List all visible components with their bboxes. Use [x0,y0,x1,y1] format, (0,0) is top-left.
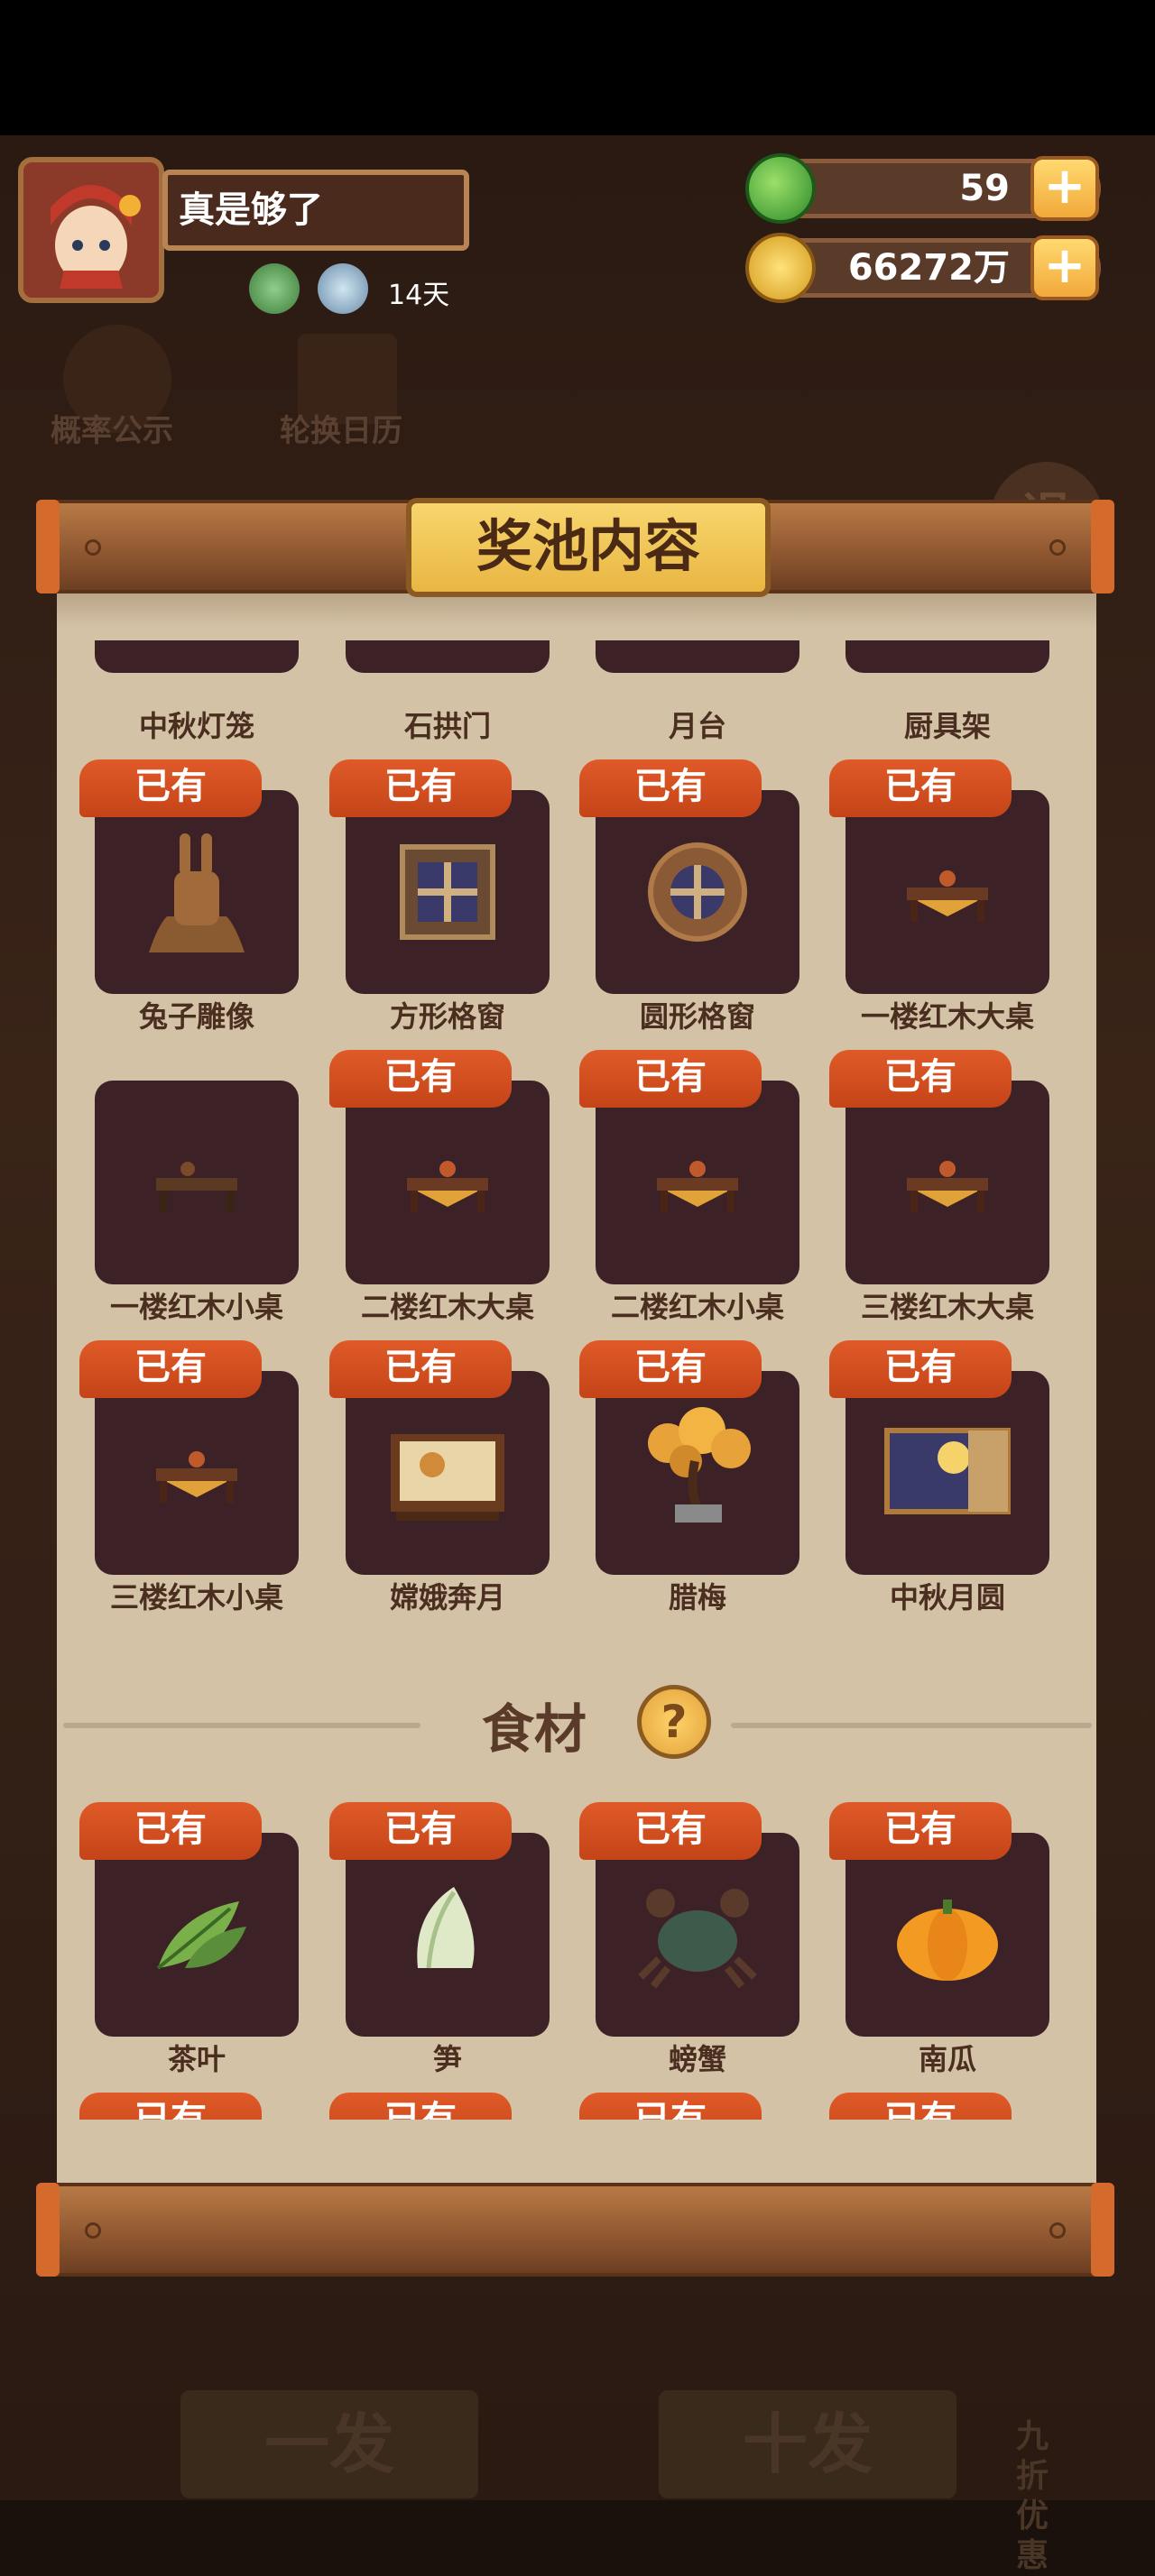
item-label: 笋 [432,2042,462,2076]
item-card[interactable] [346,1371,550,1575]
draw-ten-button: 十发 [659,2390,956,2498]
buff-character-icon[interactable] [249,263,300,314]
panel-top-shadow [57,592,1096,628]
tea-leaf-icon [156,1901,246,1970]
item-card[interactable] [95,1081,299,1284]
owned-badge: 已有 [329,2093,512,2120]
section-divider-right [731,1723,1092,1728]
prize-list[interactable]: 中秋灯笼 石拱门 月台 厨具架 已有 已有 已有 已有 兔子雕像 方形格窗 圆形… [57,640,1096,2120]
item-label: 二楼红木小桌 [610,1290,784,1324]
round-lattice-window-icon [648,842,747,942]
table-icon [156,1451,237,1503]
owned-badge: 已有 [329,1802,512,1860]
green-gem-icon [745,153,816,224]
owned-badge: 已有 [579,1340,762,1398]
owned-badge: 已有 [79,1802,262,1860]
table-icon [907,1161,988,1212]
item-card[interactable] [596,1371,799,1575]
owned-badge: 已有 [79,759,262,817]
item-label: 三楼红木小桌 [109,1580,283,1615]
table-icon [907,870,988,922]
item-label: 中秋灯笼 [138,709,254,743]
discount-label: 九折优惠 [1016,2418,1049,2574]
draw-one-button: 一发 [180,2390,478,2498]
item-card[interactable] [845,1081,1049,1284]
item-label: 中秋月圆 [889,1580,1005,1615]
square-lattice-window-icon [400,844,495,940]
item-card[interactable] [596,1833,799,2037]
item-label: 一楼红木大桌 [860,999,1034,1034]
crab-icon [638,1889,757,1989]
owned-badge: 已有 [79,1340,262,1398]
avatar-portrait-icon [23,162,159,298]
avatar[interactable] [18,157,164,303]
item-label: 兔子雕像 [138,999,254,1034]
owned-badge: 已有 [579,1050,762,1108]
item-card[interactable] [346,1833,550,2037]
owned-badge: 已有 [829,2093,1012,2120]
item-label: 二楼红木大桌 [360,1290,534,1324]
item-label: 腊梅 [668,1580,726,1615]
item-card[interactable] [95,1371,299,1575]
item-label: 一楼红木小桌 [109,1290,283,1324]
item-card[interactable] [95,640,299,673]
table-icon [407,1161,488,1212]
rotation-calendar-label: 轮换日历 [280,413,402,449]
item-label: 厨具架 [903,709,991,743]
item-card[interactable] [845,1371,1049,1575]
item-card[interactable] [95,1833,299,2037]
owned-badge: 已有 [579,2093,762,2120]
probability-label: 概率公示 [51,413,173,449]
ingredients-section-title: 食材 [482,1698,587,1760]
owned-badge: 已有 [329,1050,512,1108]
moon-screen-icon [884,1428,1011,1514]
table-icon [657,1161,738,1212]
pumpkin-icon [897,1900,998,1981]
coin-icon [745,233,816,303]
item-label: 月台 [668,709,726,743]
item-label: 螃蟹 [668,2042,726,2076]
owned-badge: 已有 [829,759,1012,817]
owned-badge: 已有 [829,1802,1012,1860]
item-card[interactable] [346,640,550,673]
item-card[interactable] [596,640,799,673]
bamboo-shoot-icon [417,1887,475,1969]
item-card[interactable] [845,640,1049,673]
owned-badge: 已有 [829,1050,1012,1108]
panel-title: 奖池内容 [406,498,771,597]
item-card[interactable] [845,790,1049,994]
table-icon [156,1162,237,1212]
item-label: 三楼红木大桌 [860,1290,1034,1324]
owned-badge: 已有 [79,2093,262,2120]
item-label: 方形格窗 [389,999,505,1034]
owned-badge: 已有 [579,759,762,817]
item-card[interactable] [596,1081,799,1284]
item-card[interactable] [346,1081,550,1284]
owned-badge: 已有 [329,1340,512,1398]
painting-screen-icon [391,1434,504,1521]
owned-badge: 已有 [829,1340,1012,1398]
item-label: 茶叶 [167,2042,226,2076]
owned-badge: 已有 [579,1802,762,1860]
player-name: 真是够了 [162,170,469,251]
buff-bowl-icon[interactable] [318,263,368,314]
item-card[interactable] [596,790,799,994]
add-coin-button[interactable]: + [1030,235,1099,300]
status-bar [0,0,1155,135]
bonsai-tree-icon [648,1407,751,1523]
add-green-currency-button[interactable]: + [1030,156,1099,221]
section-divider-left [63,1723,420,1728]
item-card[interactable] [346,790,550,994]
item-card[interactable] [845,1833,1049,2037]
help-icon[interactable]: ? [637,1685,711,1759]
scroll-bottom-rod [36,2183,1114,2277]
owned-badge: 已有 [329,759,512,817]
buff-days: 14天 [388,280,450,311]
rabbit-statue-icon [149,833,245,952]
item-label: 嫦娥奔月 [389,1580,505,1615]
item-card[interactable] [95,790,299,994]
item-label: 南瓜 [918,2042,976,2076]
item-label: 石拱门 [403,709,491,743]
item-label: 圆形格窗 [639,999,755,1034]
